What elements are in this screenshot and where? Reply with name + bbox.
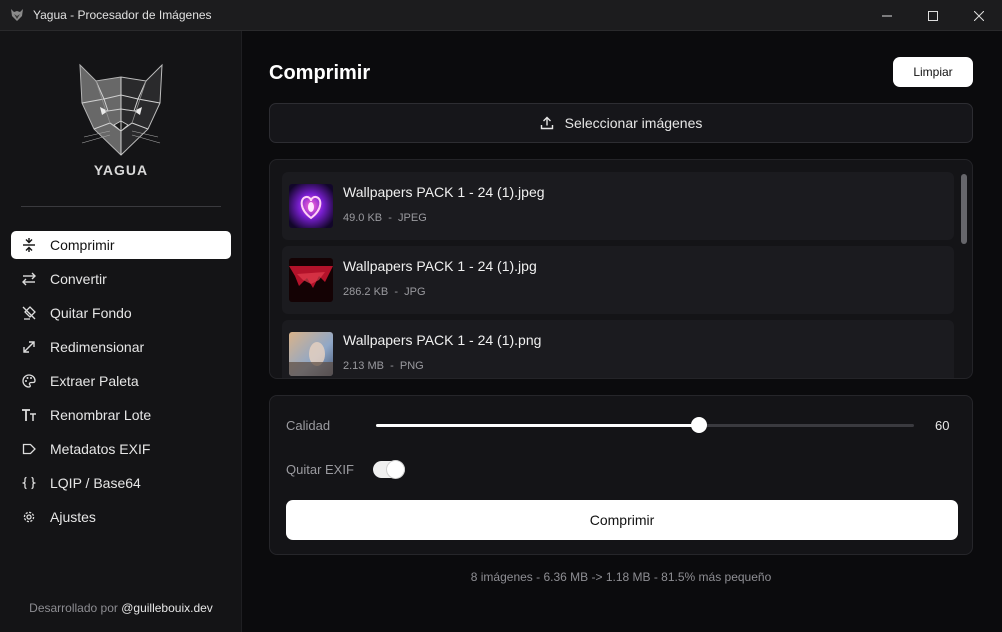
- page-title: Comprimir: [269, 62, 371, 84]
- summary-status: 8 imágenes - 6.36 MB -> 1.18 MB - 81.5% …: [470, 570, 772, 584]
- text-rename-icon: [21, 407, 37, 423]
- sidebar-item-label: Metadatos EXIF: [50, 441, 151, 457]
- compress-icon: [21, 237, 37, 253]
- sidebar-item-comprimir[interactable]: Comprimir: [11, 231, 231, 259]
- quality-slider[interactable]: [376, 417, 914, 433]
- sidebar-item-convertir[interactable]: Convertir: [11, 265, 231, 293]
- sidebar-item-extraer-paleta[interactable]: Extraer Paleta: [11, 367, 231, 395]
- maximize-icon: [928, 10, 938, 21]
- file-list-scrollbar[interactable]: [961, 174, 967, 244]
- credit-handle-link[interactable]: @guillebouix.dev: [121, 601, 213, 615]
- close-icon: [974, 10, 984, 21]
- sidebar: YAGUA Comprimir Convertir Quitar Fondo R…: [0, 31, 242, 632]
- close-button[interactable]: [956, 0, 1002, 31]
- jaguar-logo-icon: [11, 9, 23, 21]
- file-thumbnail: [289, 184, 333, 228]
- quality-slider-thumb[interactable]: [691, 417, 707, 433]
- sidebar-item-label: Convertir: [50, 271, 107, 287]
- background-remove-icon: [21, 305, 37, 321]
- quality-slider-fill: [376, 424, 699, 427]
- compression-settings: Calidad 60 Quitar EXIF Comprimir: [269, 395, 973, 555]
- window-title: Yagua - Procesador de Imágenes: [33, 8, 212, 22]
- palette-icon: [21, 373, 37, 389]
- swap-arrows-icon: [21, 271, 37, 287]
- window-controls: [864, 0, 1002, 31]
- file-thumbnail: [289, 258, 333, 302]
- file-meta: 2.13 MB - PNG: [343, 360, 424, 372]
- maximize-button[interactable]: [910, 0, 956, 31]
- minimize-button[interactable]: [864, 0, 910, 31]
- sidebar-nav: Comprimir Convertir Quitar Fondo Redimen…: [11, 231, 231, 537]
- file-meta: 49.0 KB - JPEG: [343, 212, 427, 224]
- sidebar-item-redimensionar[interactable]: Redimensionar: [11, 333, 231, 361]
- brand-name: YAGUA: [93, 162, 149, 178]
- minimize-icon: [882, 15, 892, 16]
- jaguar-logo: [79, 63, 163, 156]
- sidebar-item-label: Quitar Fondo: [50, 305, 132, 321]
- sidebar-item-quitar-fondo[interactable]: Quitar Fondo: [11, 299, 231, 327]
- file-meta: 286.2 KB - JPG: [343, 286, 426, 298]
- sidebar-item-metadatos-exif[interactable]: Metadatos EXIF: [11, 435, 231, 463]
- quality-label: Calidad: [286, 418, 331, 433]
- compress-button[interactable]: Comprimir: [286, 500, 958, 540]
- sidebar-item-label: Renombrar Lote: [50, 407, 152, 423]
- sidebar-item-label: Redimensionar: [50, 339, 145, 355]
- sidebar-item-label: Extraer Paleta: [50, 373, 139, 389]
- resize-arrow-icon: [21, 339, 37, 355]
- list-item[interactable]: Wallpapers PACK 1 - 24 (1).jpg 286.2 KB …: [282, 246, 954, 314]
- strip-exif-label: Quitar EXIF: [286, 462, 354, 477]
- file-thumbnail: [289, 332, 333, 376]
- strip-exif-toggle[interactable]: [373, 461, 405, 478]
- upload-icon: [540, 116, 554, 130]
- file-name: Wallpapers PACK 1 - 24 (1).jpeg: [343, 184, 545, 200]
- file-name: Wallpapers PACK 1 - 24 (1).png: [343, 332, 542, 348]
- toggle-knob: [387, 461, 404, 478]
- main-content: Comprimir Limpiar Seleccionar imágenes W…: [243, 31, 1002, 632]
- sidebar-item-label: LQIP / Base64: [50, 475, 141, 491]
- sidebar-item-label: Comprimir: [50, 237, 115, 253]
- braces-icon: [21, 475, 37, 491]
- quality-value: 60: [935, 418, 950, 433]
- sidebar-item-label: Ajustes: [50, 509, 96, 525]
- sidebar-divider: [21, 206, 221, 207]
- file-list[interactable]: Wallpapers PACK 1 - 24 (1).jpeg 49.0 KB …: [269, 159, 973, 379]
- credit-text: Desarrollado por @guillebouix.dev: [0, 601, 242, 615]
- sidebar-item-ajustes[interactable]: Ajustes: [11, 503, 231, 531]
- tag-icon: [21, 441, 37, 457]
- credit-prefix: Desarrollado por: [29, 601, 118, 615]
- select-images-button[interactable]: Seleccionar imágenes: [269, 103, 973, 143]
- gear-icon: [21, 509, 37, 525]
- select-images-label: Seleccionar imágenes: [564, 115, 703, 131]
- list-item[interactable]: Wallpapers PACK 1 - 24 (1).png 2.13 MB -…: [282, 320, 954, 378]
- clear-button[interactable]: Limpiar: [893, 57, 973, 87]
- file-name: Wallpapers PACK 1 - 24 (1).jpg: [343, 258, 537, 274]
- sidebar-item-renombrar-lote[interactable]: Renombrar Lote: [11, 401, 231, 429]
- title-bar: Yagua - Procesador de Imágenes: [0, 0, 1002, 31]
- sidebar-item-lqip-base64[interactable]: LQIP / Base64: [11, 469, 231, 497]
- list-item[interactable]: Wallpapers PACK 1 - 24 (1).jpeg 49.0 KB …: [282, 172, 954, 240]
